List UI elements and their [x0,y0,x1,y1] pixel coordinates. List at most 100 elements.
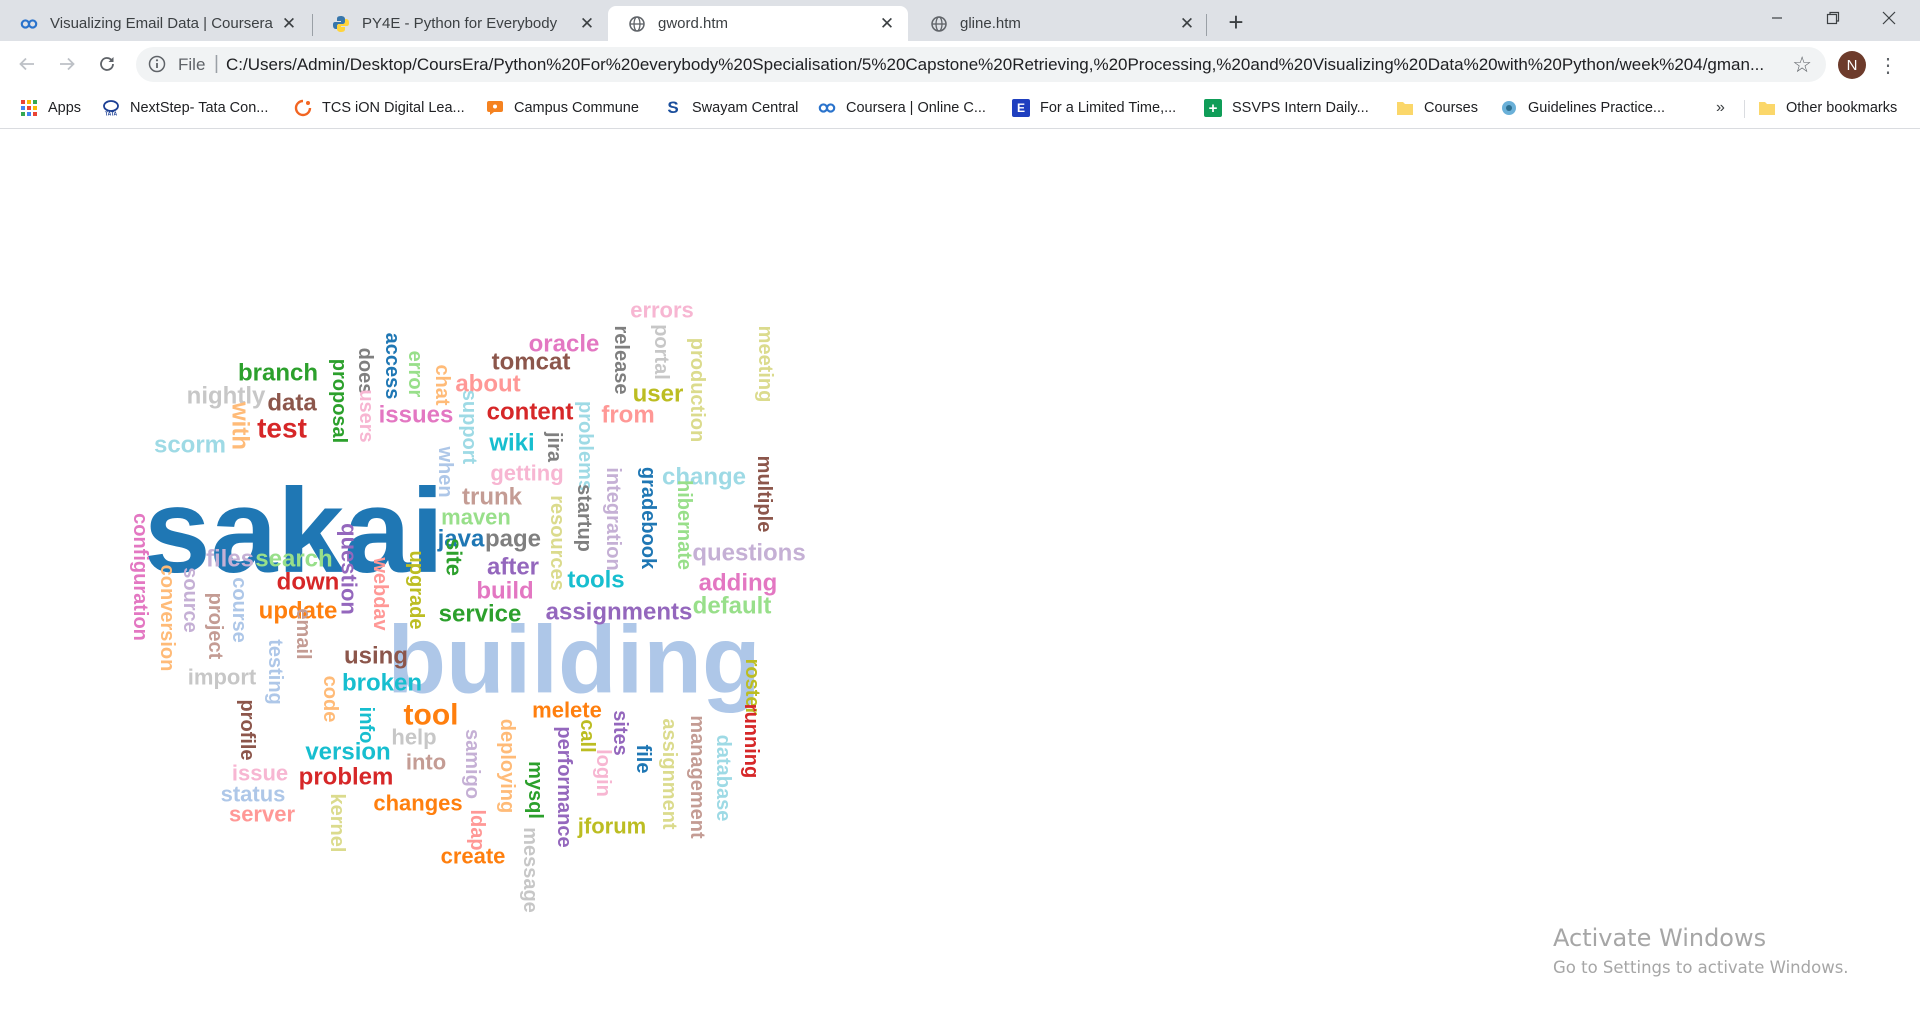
other-bookmarks[interactable]: Other bookmarks [1758,96,1897,120]
word-cloud-word-status: status [221,782,286,807]
bookmark-tcs-ion[interactable]: TCS iON Digital Lea... [294,96,465,120]
url-text[interactable]: C:/Users/Admin/Desktop/CoursEra/Python%2… [226,55,1786,75]
tab-title: gline.htm [960,15,1021,32]
tab-title: PY4E - Python for Everybody [362,15,558,32]
bookmark-label: SSVPS Intern Daily... [1232,100,1369,116]
word-cloud-word-conversion: conversion [156,565,178,672]
bookmark-apps[interactable]: Apps [20,96,81,120]
word-cloud-word-adding: adding [699,570,778,597]
word-cloud-word-wiki: wiki [488,430,534,457]
word-cloud-word-tool: tool [404,699,459,732]
close-tab-icon[interactable]: ✕ [878,14,896,33]
bookmark-limited-time[interactable]: E For a Limited Time,... [1012,96,1176,120]
bookmark-swayam[interactable]: S Swayam Central [664,96,798,120]
bookmark-label: Swayam Central [692,100,799,116]
word-cloud-word-release: release [610,326,632,395]
word-cloud-word-down: down [277,569,340,596]
new-tab-button[interactable]: + [1222,7,1250,37]
word-cloud-word-user: user [633,381,684,408]
word-cloud-word-search: search [255,546,332,573]
word-cloud-word-assignment: assignment [658,718,680,829]
watermark-subtitle: Go to Settings to activate Windows. [1553,958,1849,977]
word-cloud-word-version: version [305,739,390,766]
coursera-icon [818,99,836,117]
profile-avatar[interactable]: N [1838,51,1866,79]
apps-grid-icon [20,99,38,117]
word-cloud-word-branch: branch [238,360,318,387]
bookmark-courses[interactable]: Courses [1396,96,1478,120]
close-tab-icon[interactable]: ✕ [280,14,298,33]
bookmark-label: Other bookmarks [1786,100,1898,116]
restore-button[interactable] [1806,0,1860,36]
tab-coursera[interactable]: Visualizing Email Data | Coursera ✕ [0,6,310,41]
bookmark-guidelines[interactable]: Guidelines Practice... [1500,96,1665,120]
word-cloud-word-question: question [337,523,362,615]
word-cloud-word-proposal: proposal [328,359,350,443]
word-cloud-word-webdav: webdav [369,556,391,631]
back-button[interactable] [12,49,42,79]
minimize-button[interactable] [1750,0,1804,36]
folder-icon [1396,99,1414,117]
word-cloud-word-assignments: assignments [546,599,693,626]
word-cloud-word-running: running [740,704,762,778]
word-cloud-word-project: project [204,593,226,660]
word-cloud-word-upgrade: upgrade [405,551,427,630]
close-icon [1882,11,1896,25]
bookmark-campus-commune[interactable]: Campus Commune [486,96,639,120]
word-cloud-word-broken: broken [342,670,422,697]
browser-toolbar: File | C:/Users/Admin/Desktop/CoursEra/P… [0,41,1920,88]
word-cloud-word-errors: errors [630,298,694,323]
word-cloud-word-chat: chat [431,364,453,405]
word-cloud-word-default: default [693,593,772,620]
scheme-label: File [178,55,206,74]
tab-title: gword.htm [658,15,729,32]
tab-separator [1206,14,1207,36]
word-cloud-word-server: server [229,802,296,827]
word-cloud-word-users: users [355,389,377,442]
tab-strip: Visualizing Email Data | Coursera ✕ PY4E… [0,0,1920,41]
bookmark-star-icon[interactable]: ☆ [1792,52,1812,78]
word-cloud-word-issue: issue [232,761,288,786]
word-cloud-word-scorm: scorm [154,432,226,459]
menu-kebab-icon[interactable]: ⋮ [1878,51,1898,79]
word-cloud-word-sites: sites [609,710,631,756]
forward-button[interactable] [52,49,82,79]
address-bar[interactable]: File | C:/Users/Admin/Desktop/CoursEra/P… [136,47,1826,82]
restore-icon [1826,11,1840,25]
globe-icon [930,15,948,33]
word-cloud-word-questions: questions [692,540,805,567]
word-cloud-word-meeting: meeting [754,326,776,403]
word-cloud-word-multiple: multiple [753,456,775,533]
guidelines-icon [1500,99,1518,117]
word-cloud-word-melete: melete [532,698,602,723]
campus-commune-icon [486,99,504,117]
tcs-ion-icon [294,99,312,117]
word-cloud-word-from: from [601,402,654,429]
word-cloud-word-create: create [441,844,506,869]
bookmark-ssvps[interactable]: + SSVPS Intern Daily... [1204,96,1369,120]
swayam-icon: S [667,98,679,117]
close-tab-icon[interactable]: ✕ [1178,14,1196,33]
word-cloud-word-sakai: sakai [144,464,444,598]
word-cloud-word-source: source [179,567,201,633]
word-cloud-word-into: into [406,750,446,775]
info-icon[interactable] [148,55,166,73]
word-cloud-word-issues: issues [379,402,454,429]
e-badge-icon: E [1012,99,1030,117]
bookmark-label: Coursera | Online C... [846,100,986,116]
bookmark-label: Campus Commune [514,100,639,116]
word-cloud-word-portal: portal [650,324,672,380]
folder-icon [1758,99,1776,117]
tata-icon: TATA [102,99,120,117]
divider: | [214,53,219,74]
close-tab-icon[interactable]: ✕ [578,14,596,33]
tab-gline[interactable]: gline.htm ✕ [910,6,1208,41]
reload-button[interactable] [92,49,122,79]
bookmark-nextstep[interactable]: TATA NextStep- Tata Con... [102,96,268,120]
tab-py4e[interactable]: PY4E - Python for Everybody ✕ [312,6,608,41]
bookmark-coursera[interactable]: Coursera | Online C... [818,96,986,120]
word-cloud-word-profile: profile [236,699,258,760]
close-window-button[interactable] [1862,0,1916,36]
more-bookmarks-chevron-icon[interactable]: » [1716,99,1725,117]
tab-gword[interactable]: gword.htm ✕ [608,6,908,41]
